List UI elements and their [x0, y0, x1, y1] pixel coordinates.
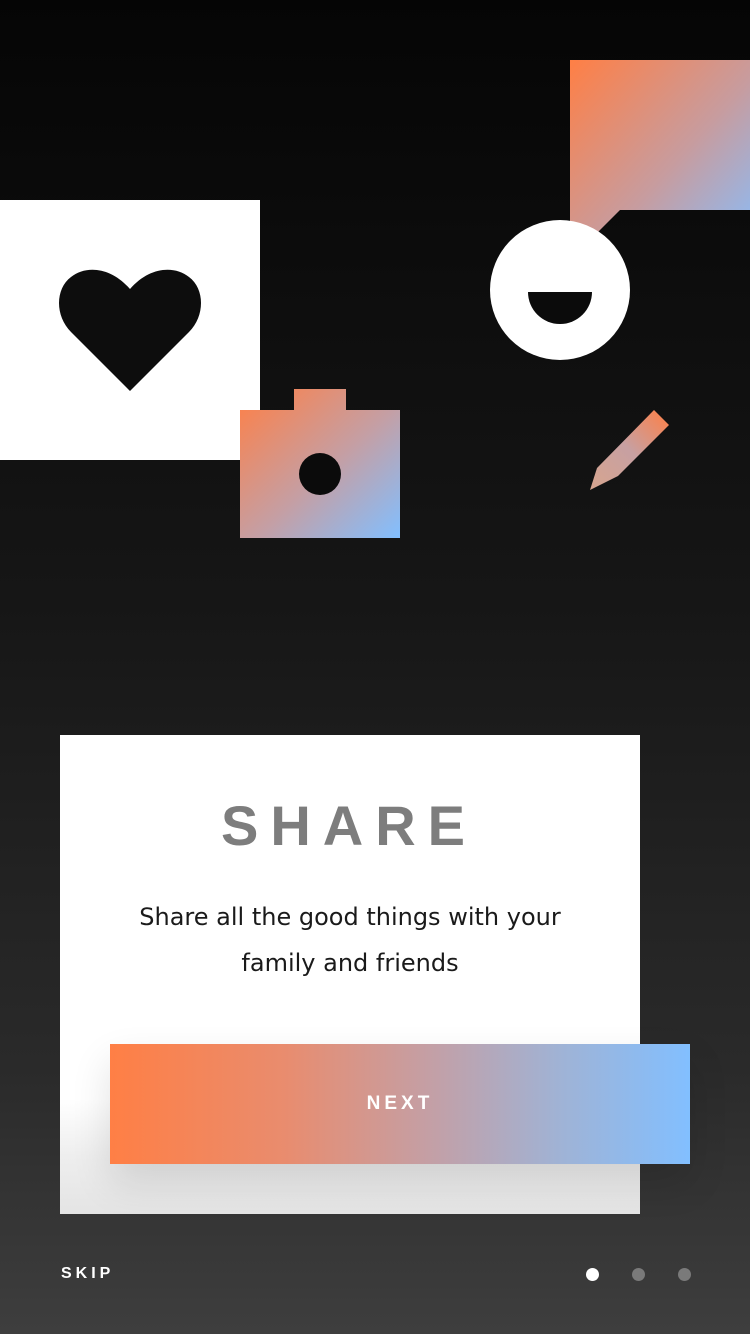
skip-button[interactable]: SKIP	[61, 1264, 114, 1284]
onboarding-illustration	[0, 0, 750, 620]
page-indicator	[580, 1268, 700, 1282]
heart-icon	[59, 269, 201, 391]
page-title: SHARE	[220, 794, 478, 857]
page-dot-3[interactable]	[678, 1268, 691, 1281]
smiley-icon	[490, 220, 630, 360]
description-line-2: family and friends	[241, 949, 459, 977]
pencil-icon	[585, 405, 675, 495]
camera-icon	[240, 389, 400, 539]
description-line-1: Share all the good things with your	[139, 903, 561, 931]
heart-card	[0, 200, 260, 460]
page-dot-2[interactable]	[632, 1268, 645, 1281]
next-button[interactable]: NEXT	[110, 1044, 690, 1164]
page-description: Share all the good things with your fami…	[100, 894, 600, 986]
page-dot-1[interactable]	[586, 1268, 599, 1281]
